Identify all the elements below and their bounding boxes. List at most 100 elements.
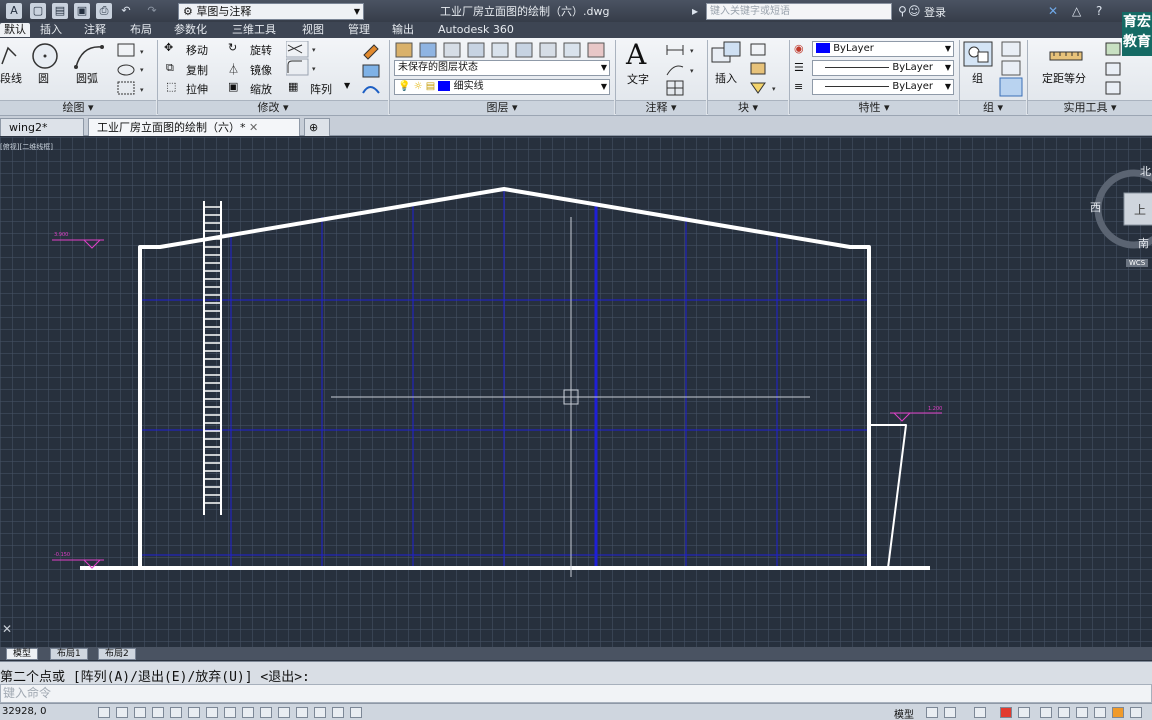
search-input[interactable]: 键入关键字或短语 xyxy=(706,3,892,20)
rotate-label[interactable]: 旋转 xyxy=(250,42,272,58)
a360-icon[interactable]: △ xyxy=(1072,4,1081,18)
undo-icon[interactable]: ↶ xyxy=(118,3,134,19)
layers-panel-title[interactable]: 图层 ▾ xyxy=(390,100,614,115)
lineweight-select[interactable]: ByLayer ▼ xyxy=(812,60,954,76)
drawing-canvas[interactable]: [俯视][二维线框] 3.900 -0.150 1.200 ✕ 北 西 南 上 … xyxy=(0,137,1152,647)
annotation-scale[interactable] xyxy=(974,707,986,718)
insert-block-icon[interactable] xyxy=(710,40,744,68)
arc-icon[interactable] xyxy=(72,41,106,71)
3d-osnap-toggle[interactable] xyxy=(206,707,218,718)
group-tools[interactable] xyxy=(962,40,1024,98)
tab-autodesk-360[interactable]: Autodesk 360 xyxy=(434,23,518,37)
mirror-icon[interactable]: ⏃ xyxy=(228,61,239,77)
color-select[interactable]: ByLayer ▼ xyxy=(812,41,954,57)
infer-constraints-toggle[interactable] xyxy=(98,707,110,718)
groups-panel-title[interactable]: 组 ▾ xyxy=(960,100,1026,115)
tab-default[interactable]: 默认 xyxy=(0,23,30,37)
compass-south[interactable]: 南 xyxy=(1138,235,1149,251)
new-tab-button[interactable]: ⊕ xyxy=(304,118,330,136)
exchange-icon[interactable]: ✕ xyxy=(1048,4,1058,18)
model-space-button[interactable]: 模型 xyxy=(894,706,914,720)
array-label[interactable]: 阵列 xyxy=(310,81,332,97)
otrack-toggle[interactable] xyxy=(224,707,236,718)
command-input[interactable]: 键入命令 xyxy=(0,684,1152,703)
wcs-menu[interactable]: WCS xyxy=(1126,259,1149,267)
viewcube[interactable]: 北 西 南 上 WCS xyxy=(1090,159,1152,271)
linetype-icon[interactable]: ≡ xyxy=(794,80,803,93)
stretch-icon[interactable]: ⬚ xyxy=(166,80,176,93)
ladder[interactable] xyxy=(203,201,222,515)
tab-layout1[interactable]: 布局1 xyxy=(50,648,88,660)
stretch-label[interactable]: 拉伸 xyxy=(186,81,208,97)
ducs-toggle[interactable] xyxy=(242,707,254,718)
redo-icon[interactable]: ↷ xyxy=(144,3,160,19)
compass-north[interactable]: 北 xyxy=(1140,163,1151,179)
move-label[interactable]: 移动 xyxy=(186,42,208,58)
group-label[interactable]: 组 xyxy=(972,70,983,86)
tab-manage[interactable]: 管理 xyxy=(344,23,374,37)
quick-properties-toggle[interactable] xyxy=(314,707,326,718)
tab-model[interactable]: 模型 xyxy=(6,648,39,660)
measure-icon[interactable] xyxy=(1048,44,1084,66)
hardware-accel-icon[interactable] xyxy=(1076,707,1088,718)
binoculars-icon[interactable]: ⚲ xyxy=(898,4,907,18)
properties-panel-title[interactable]: 特性 ▾ xyxy=(790,100,958,115)
save-icon[interactable]: ▣ xyxy=(74,3,90,19)
trim-fillet-tools[interactable]: ▾▾ xyxy=(286,41,324,77)
draw-small-tools[interactable]: ▾ ▾ ▾ xyxy=(116,42,156,98)
workspace-select[interactable]: ⚙ 草图与注释 ▼ xyxy=(178,3,364,20)
transparency-toggle[interactable] xyxy=(296,707,308,718)
circle-label[interactable]: 圆 xyxy=(38,70,49,86)
block-panel-title[interactable]: 块 ▾ xyxy=(708,100,788,115)
arc-label[interactable]: 圆弧 xyxy=(76,70,98,86)
snap-toggle[interactable] xyxy=(116,707,128,718)
tab-output[interactable]: 输出 xyxy=(388,23,418,37)
text-label[interactable]: 文字 xyxy=(627,71,649,87)
file-tab-current[interactable]: 工业厂房立面图的绘制（六）* ✕ xyxy=(88,118,300,136)
copy-label[interactable]: 复制 xyxy=(186,62,208,78)
viewcube-top-face[interactable]: 上 xyxy=(1134,201,1146,218)
selection-cycling-toggle[interactable] xyxy=(332,707,344,718)
compass-west[interactable]: 西 xyxy=(1090,199,1101,215)
measure-label[interactable]: 定距等分 xyxy=(1042,70,1086,86)
annotation-panel-title[interactable]: 注释 ▾ xyxy=(616,100,706,115)
tab-layout[interactable]: 布局 xyxy=(126,23,156,37)
tab-3d-tools[interactable]: 三维工具 xyxy=(228,23,280,37)
open-file-icon[interactable]: ▤ xyxy=(52,3,68,19)
lineweight-icon[interactable]: ☰ xyxy=(794,61,804,74)
help-icon[interactable]: ? xyxy=(1096,4,1102,18)
building-outline[interactable] xyxy=(80,187,930,570)
scale-label[interactable]: 缩放 xyxy=(250,81,272,97)
clean-screen-icon[interactable] xyxy=(1130,707,1142,718)
lock-ui-icon[interactable] xyxy=(1058,707,1070,718)
block-edit-tools[interactable]: ▾ xyxy=(748,41,784,99)
move-icon[interactable]: ✥ xyxy=(164,41,173,54)
file-tab-drawing2[interactable]: wing2* xyxy=(0,118,84,136)
isolate-objects-icon[interactable] xyxy=(1094,707,1106,718)
rotate-icon[interactable]: ↻ xyxy=(228,41,237,54)
tab-parametric[interactable]: 参数化 xyxy=(170,23,211,37)
annotation-monitor-toggle[interactable] xyxy=(350,707,362,718)
array-icon[interactable]: ▦ xyxy=(288,80,298,93)
tab-annotate[interactable]: 注释 xyxy=(80,23,110,37)
grid-toggle[interactable] xyxy=(134,707,146,718)
scale-icon[interactable]: ▣ xyxy=(228,80,238,93)
chevron-down-icon[interactable]: ▼ xyxy=(344,81,350,90)
copy-icon[interactable]: ⧉ xyxy=(166,61,174,75)
text-icon[interactable]: A xyxy=(626,38,646,71)
dyn-toggle[interactable] xyxy=(260,707,272,718)
layer-state-select[interactable]: 未保存的图层状态 ▼ xyxy=(394,60,610,76)
layer-select[interactable]: 💡 ☼ ▤ 细实线 ▼ xyxy=(394,79,610,95)
login-button[interactable]: 登录 xyxy=(924,4,946,20)
new-file-icon[interactable]: ▢ xyxy=(30,3,46,19)
print-icon[interactable]: ⎙ xyxy=(96,3,112,19)
erase-explode-offset-tools[interactable] xyxy=(360,41,384,99)
ime-icon[interactable] xyxy=(1000,707,1012,718)
osnap-toggle[interactable] xyxy=(188,707,200,718)
utility-tools[interactable] xyxy=(1104,41,1124,97)
circle-icon[interactable] xyxy=(28,41,62,71)
draw-panel-title[interactable]: 绘图 ▾ xyxy=(0,100,156,115)
close-icon[interactable]: ✕ xyxy=(249,121,258,134)
app-menu-icon[interactable]: A xyxy=(6,3,22,19)
polyline-label[interactable]: 段线 xyxy=(0,70,22,86)
